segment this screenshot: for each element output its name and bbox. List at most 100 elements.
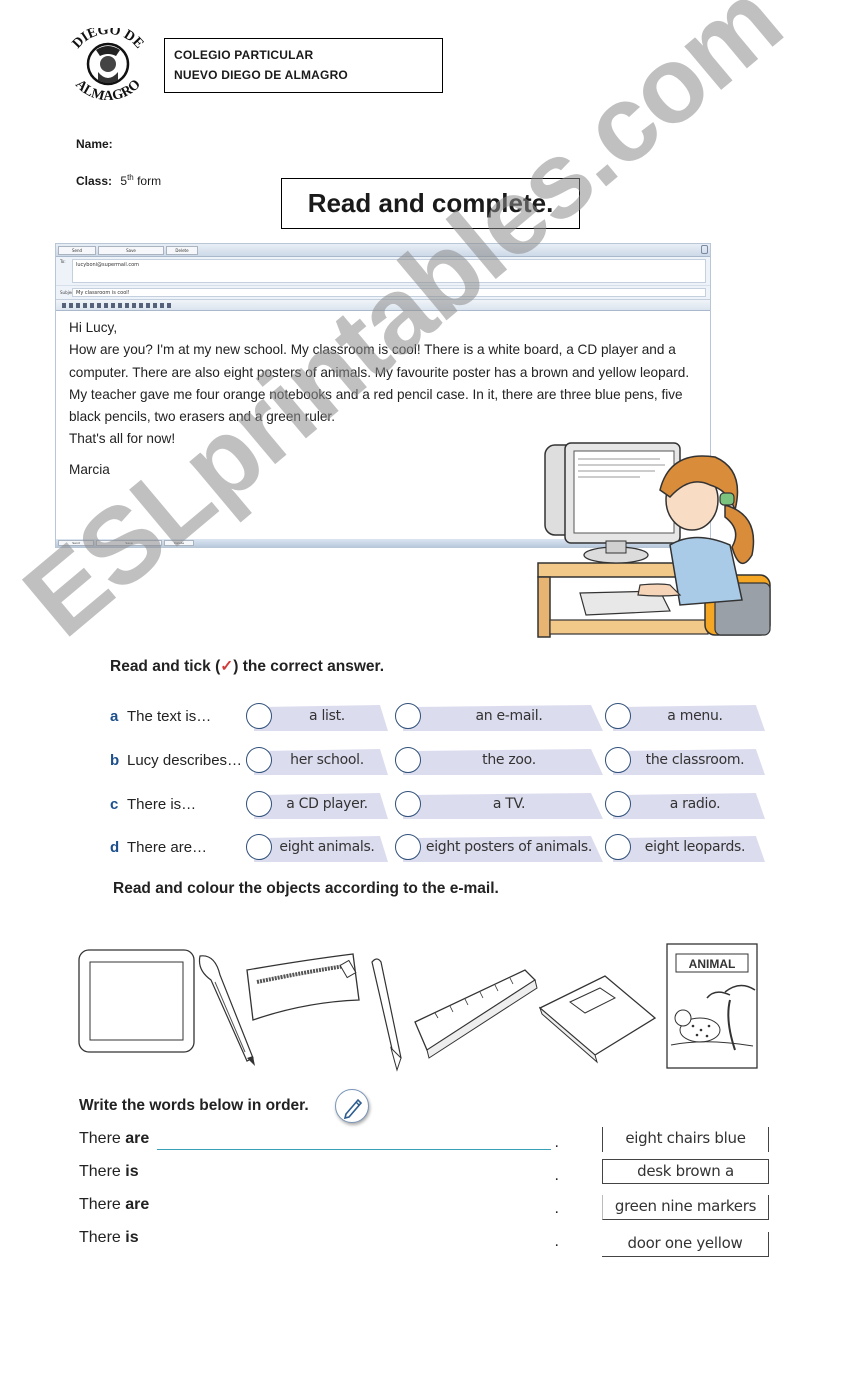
tick-circle[interactable] [246,834,272,860]
text-color-icon[interactable] [104,302,108,308]
italic-icon[interactable] [69,302,73,308]
write-row-3: There are . [79,1196,559,1220]
tick-circle[interactable] [395,791,421,817]
question-letter: d [110,839,120,856]
option-text: a radio. [669,796,721,812]
tick-circle[interactable] [395,747,421,773]
question-stem: There is… [127,796,197,813]
question-letter: a [110,708,119,725]
option-c-3[interactable]: a radio. [605,788,765,822]
align-center-icon[interactable] [153,302,157,308]
tick-heading-before: Read and tick ( [110,658,221,675]
row-prefix: There [79,1229,121,1246]
send-button-bottom[interactable]: Send [58,540,94,546]
subject-row: Subject: My classroom is cool! [56,285,710,299]
poster-title: ANIMAL [689,957,736,971]
tick-circle[interactable] [246,747,272,773]
list-icon[interactable] [111,302,115,308]
indent-icon[interactable] [125,302,129,308]
outdent-icon[interactable] [132,302,136,308]
name-label: Name: [76,137,113,151]
option-text: her school. [290,752,364,768]
clear-format-icon[interactable] [167,302,171,308]
option-text: the zoo. [482,752,536,768]
row-prefix: There [79,1130,121,1147]
option-text: a CD player. [286,796,368,812]
write-row-4: There is . [79,1229,559,1253]
write-section-heading: Write the words below in order. [79,1097,309,1114]
tick-circle[interactable] [246,791,272,817]
align-left-icon[interactable] [146,302,150,308]
option-a-2[interactable]: an e-mail. [395,700,603,734]
align-right-icon[interactable] [160,302,164,308]
numbered-list-icon[interactable] [118,302,122,308]
question-stem: Lucy describes… [127,752,243,769]
highlight-icon[interactable] [97,302,101,308]
question-stem: The text is… [127,708,212,725]
pencil-case-drawing[interactable] [246,953,360,1021]
tick-circle[interactable] [605,703,631,729]
option-d-3[interactable]: eight leopards. [605,831,765,865]
font-icon[interactable] [83,302,87,308]
bold-icon[interactable] [62,302,66,308]
option-c-1[interactable]: a CD player. [246,788,388,822]
word-box: green nine markers [602,1195,769,1220]
option-text: an e-mail. [475,708,543,724]
attachment-icon[interactable] [701,245,708,254]
underline-icon[interactable] [76,302,80,308]
option-b-2[interactable]: the zoo. [395,744,603,778]
option-d-1[interactable]: eight animals. [246,831,388,865]
question-letter: b [110,752,120,769]
to-field[interactable]: lucyboni@supermail.com [72,259,706,283]
option-b-1[interactable]: her school. [246,744,388,778]
save-button[interactable]: Save [98,245,164,255]
image-icon[interactable] [139,302,143,308]
delete-button-bottom[interactable]: Delete [164,540,194,546]
tick-circle[interactable] [395,834,421,860]
subject-field[interactable]: My classroom is cool! [72,288,706,297]
email-paragraph-2: My teacher gave me four orange notebooks… [69,386,683,425]
question-a: a The text is… a list. an e-mail. a menu… [108,700,768,736]
email-greeting: Hi Lucy, [69,320,118,335]
tick-circle[interactable] [395,703,421,729]
option-a-3[interactable]: a menu. [605,700,765,734]
option-a-1[interactable]: a list. [246,700,388,734]
option-text: the classroom. [645,752,745,768]
answer-line[interactable] [157,1149,551,1150]
tick-circle[interactable] [605,791,631,817]
question-d: d There are… eight animals. eight poster… [108,831,768,867]
row-prefix: There [79,1196,121,1213]
word-box: eight chairs blue [602,1127,769,1152]
option-c-2[interactable]: a TV. [395,788,603,822]
whiteboard-drawing[interactable] [78,949,195,1053]
worksheet-title: Read and complete. [307,188,554,218]
notebook-drawing[interactable] [538,975,657,1064]
tick-heading-after: ) the correct answer. [233,658,385,675]
delete-button[interactable]: Delete [166,245,198,255]
write-row-2: There is . [79,1163,559,1187]
class-label: Class: [76,174,113,188]
link-icon[interactable] [90,302,94,308]
option-b-3[interactable]: the classroom. [605,744,765,778]
answer-line[interactable] [157,1215,551,1216]
class-form: form [137,174,162,188]
row-end: . [554,1200,559,1217]
row-verb: are [125,1196,150,1213]
ruler-drawing[interactable] [414,969,538,1059]
answer-line[interactable] [157,1248,551,1249]
tick-circle[interactable] [246,703,272,729]
tick-circle[interactable] [605,834,631,860]
school-name-line1: COLEGIO PARTICULAR [174,48,314,62]
answer-line[interactable] [157,1182,551,1183]
animal-poster-drawing[interactable]: ANIMAL [666,943,758,1069]
save-button-bottom[interactable]: Save [96,540,162,546]
question-stem: There are… [127,839,208,856]
option-d-2[interactable]: eight posters of animals. [395,831,603,865]
tick-circle[interactable] [605,747,631,773]
option-text: a TV. [492,796,526,812]
email-paragraph-1: How are you? I'm at my new school. My cl… [69,342,690,380]
send-button[interactable]: Send [58,245,96,255]
row-end: . [554,1134,559,1151]
school-name-line2: NUEVO DIEGO DE ALMAGRO [174,68,348,82]
pencil-drawing[interactable] [371,958,402,1072]
